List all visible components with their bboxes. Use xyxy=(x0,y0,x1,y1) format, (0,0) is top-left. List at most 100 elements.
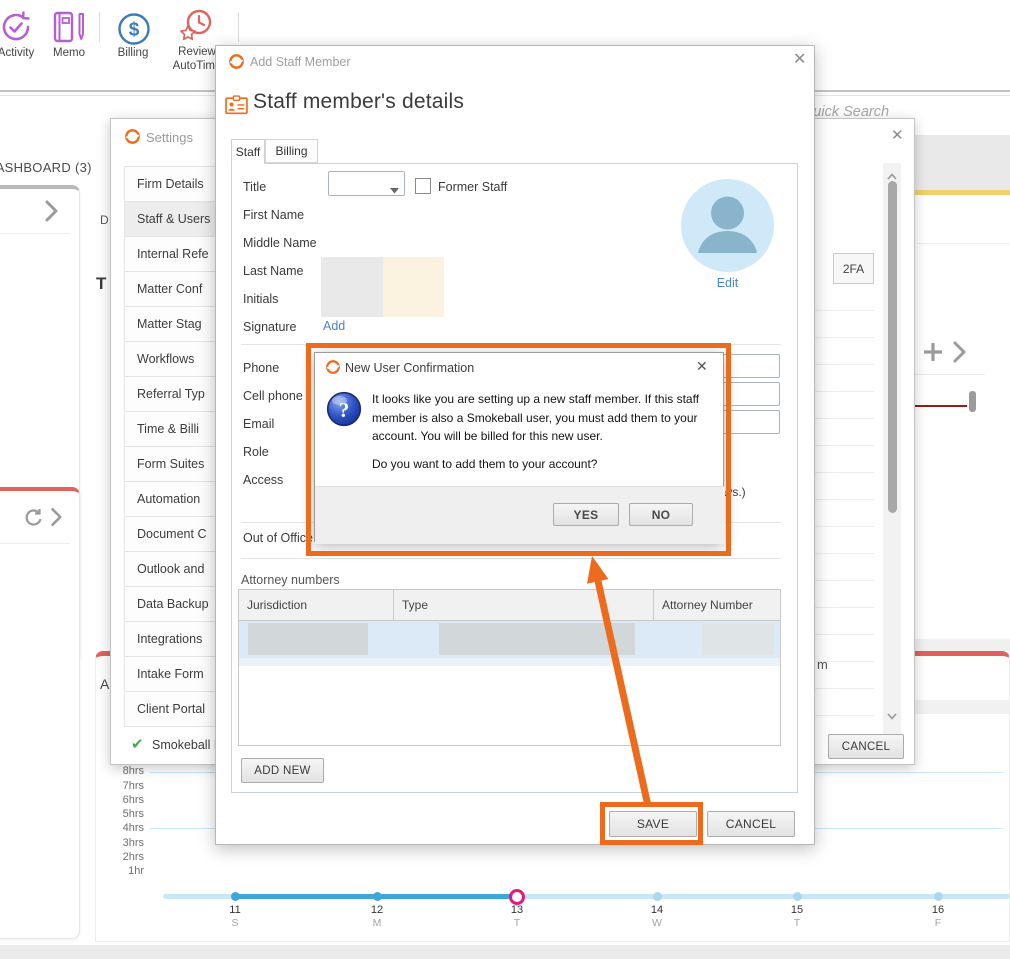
question-icon: ? xyxy=(326,391,362,432)
avatar xyxy=(681,179,774,277)
sidebar-item-label: Staff & Users xyxy=(137,212,210,226)
day-of-week: M xyxy=(357,917,397,929)
staff-table-row[interactable] xyxy=(813,392,874,419)
attorney-numbers-table: Jurisdiction Type Attorney Number xyxy=(238,589,781,746)
toolbar-button-billing[interactable]: $ Billing xyxy=(106,6,160,76)
slider-dot-15[interactable] xyxy=(793,892,802,901)
slider-dot-13-current[interactable] xyxy=(509,889,525,905)
sidebar-item-label: Data Backup xyxy=(137,597,209,611)
staff-table-row[interactable] xyxy=(813,608,874,635)
staff-table-row[interactable] xyxy=(813,338,874,365)
settings-close-icon[interactable]: ✕ xyxy=(891,128,904,143)
right-card-header-band xyxy=(915,135,1010,191)
staff-table-row[interactable] xyxy=(813,554,874,581)
dashboard-card-2 xyxy=(0,487,80,939)
scrollbar-thumb[interactable] xyxy=(888,181,897,513)
right-card-yellow-accent xyxy=(915,190,1010,195)
column-header-label: Jurisdiction xyxy=(247,598,307,612)
staff-table-2fa-header: 2FA xyxy=(833,253,874,284)
mini-chart-cursor xyxy=(969,391,976,412)
staff-table-row[interactable] xyxy=(813,419,874,446)
new-user-confirmation-dialog: New User Confirmation ✕ ? It looks like … xyxy=(314,352,724,542)
cancel-button[interactable]: CANCEL xyxy=(707,811,795,837)
sidebar-item-label: Matter Stag xyxy=(137,317,202,331)
settings-window-title: Settings xyxy=(146,130,193,145)
slider-dot-16[interactable] xyxy=(934,892,943,901)
field-label-initials: Initials xyxy=(243,292,278,306)
hour-label: 3hrs xyxy=(100,837,144,849)
card1-expand-chevron-icon[interactable] xyxy=(44,200,58,227)
smokeball-logo-icon xyxy=(125,129,140,149)
sidebar-item-label: Firm Details xyxy=(137,177,204,191)
scrollbar-down-icon[interactable] xyxy=(887,707,897,725)
yes-button[interactable]: YES xyxy=(553,503,619,526)
smokeball-logo-icon xyxy=(229,54,244,74)
staff-table-row[interactable] xyxy=(813,311,874,338)
sidebar-item-label: Time & Billi xyxy=(137,422,199,436)
confirmation-close-icon[interactable]: ✕ xyxy=(696,359,708,374)
toolbar-label-activity: Activity xyxy=(0,47,44,59)
former-staff-checkbox[interactable] xyxy=(415,178,431,194)
hidden-text-fragment-t: T xyxy=(96,274,106,294)
dashboard-tab-label[interactable]: DASHBOARD (3) xyxy=(0,160,92,175)
settings-cancel-button[interactable]: CANCEL xyxy=(828,734,904,759)
right-card-divider xyxy=(917,243,1010,244)
hour-label: 6hrs xyxy=(100,794,144,806)
bottom-status-strip xyxy=(0,945,1010,959)
sidebar-item-label: Document C xyxy=(137,527,206,541)
gridline-1hr xyxy=(150,871,1003,872)
chart-card-title-fragment: A xyxy=(100,676,109,692)
add-icon[interactable] xyxy=(922,341,944,368)
staff-table-row[interactable] xyxy=(813,365,874,392)
sidebar-item-label: Form Suites xyxy=(137,457,204,471)
tab-label: Staff xyxy=(236,145,260,159)
toolbar-separator-1 xyxy=(99,12,100,42)
signature-add-link[interactable]: Add xyxy=(323,319,345,333)
avatar-edit-link[interactable]: Edit xyxy=(681,276,774,290)
save-button[interactable]: SAVE xyxy=(609,811,697,837)
sidebar-item-label: Automation xyxy=(137,492,200,506)
card2-expand-chevron-icon[interactable] xyxy=(50,507,62,532)
hour-label: 1hr xyxy=(100,865,144,877)
staff-table-row[interactable] xyxy=(813,500,874,527)
slider-dot-11[interactable] xyxy=(231,892,240,901)
check-icon: ✔ xyxy=(131,735,144,753)
field-label-first-name: First Name xyxy=(243,208,304,222)
staff-table-row[interactable] xyxy=(813,581,874,608)
review-autotime-icon xyxy=(179,9,215,48)
add-new-button[interactable]: ADD NEW xyxy=(241,758,324,783)
column-header-jurisdiction: Jurisdiction xyxy=(239,590,394,620)
card2-refresh-icon[interactable] xyxy=(23,508,43,531)
title-dropdown[interactable] xyxy=(328,171,405,196)
add-staff-close-icon[interactable]: ✕ xyxy=(793,52,806,67)
sidebar-item-label: Integrations xyxy=(137,632,202,646)
button-label: YES xyxy=(574,508,599,522)
attorney-table-selected-row[interactable] xyxy=(239,621,780,658)
memo-icon xyxy=(52,10,88,49)
toolbar-button-memo[interactable]: Memo xyxy=(42,6,96,76)
staff-table-row[interactable] xyxy=(813,446,874,473)
sidebar-item-label: Matter Conf xyxy=(137,282,202,296)
field-label-cell-phone: Cell phone xyxy=(243,389,303,403)
hidden-text-fragment-d: D xyxy=(100,213,109,227)
no-button[interactable]: NO xyxy=(629,503,693,526)
column-header-label: Type xyxy=(402,598,428,612)
expand-chevron-icon[interactable] xyxy=(952,341,966,368)
staff-table-row[interactable] xyxy=(813,473,874,500)
staff-table-row[interactable] xyxy=(813,527,874,554)
staff-table-row[interactable] xyxy=(813,284,874,311)
slider-dot-12[interactable] xyxy=(373,892,382,901)
staff-table-row[interactable] xyxy=(813,689,874,716)
day-number: 13 xyxy=(497,904,537,916)
day-of-week: T xyxy=(497,917,537,929)
dialog-heading: Staff member's details xyxy=(253,90,464,114)
toolbar-button-activity[interactable]: Activity xyxy=(0,6,44,76)
day-number: 12 xyxy=(357,904,397,916)
confirmation-dialog-title: New User Confirmation xyxy=(345,361,474,375)
confirmation-question: Do you want to add them to your account? xyxy=(372,457,712,471)
tab-staff[interactable]: Staff xyxy=(231,139,265,164)
slider-dot-14[interactable] xyxy=(653,892,662,901)
tab-billing[interactable]: Billing xyxy=(265,139,318,163)
day-of-week: F xyxy=(918,917,958,929)
attorney-numbers-label: Attorney numbers xyxy=(241,573,340,587)
